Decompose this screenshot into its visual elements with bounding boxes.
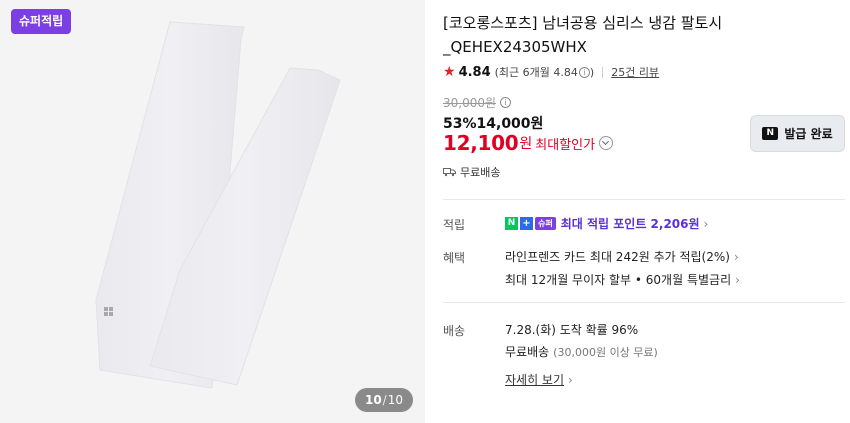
- rating-value: 4.84: [458, 64, 491, 80]
- super-icon: 슈퍼: [535, 217, 556, 230]
- max-discount-price: 12,100: [443, 131, 519, 155]
- product-image: [95, 21, 341, 389]
- max-points-link[interactable]: 최대 적립 포인트 2,206원: [561, 215, 700, 232]
- naver-n-icon: N: [762, 127, 779, 140]
- star-icon: ★: [443, 64, 456, 80]
- review-count-link[interactable]: 25건 리뷰: [611, 64, 659, 80]
- image-counter-total: 10: [387, 393, 403, 407]
- shipping-summary-row: 무료배송: [443, 164, 500, 180]
- points-row[interactable]: N + 슈퍼 최대 적립 포인트 2,206원 ›: [505, 215, 708, 232]
- benefit-text: 라인프렌즈 카드 최대 242원 추가 적립(2%): [505, 250, 730, 264]
- benefit-text: 최대 12개월 무이자 할부 • 60개월 특별금리: [505, 273, 732, 287]
- free-shipping-text: 무료배송: [505, 345, 550, 359]
- delivery-label: 배송: [443, 324, 466, 338]
- chevron-right-icon: ›: [735, 272, 740, 287]
- arrival-text: 7.28.(화) 도착 확률 96%: [505, 323, 639, 337]
- points-label: 적립: [443, 218, 466, 232]
- image-counter-separator: /: [382, 393, 387, 407]
- product-image-panel[interactable]: 슈퍼적립 10/10: [0, 0, 425, 423]
- free-shipping-condition: (30,000원 이상 무료): [553, 345, 658, 359]
- coupon-issued-button[interactable]: N 발급 완료: [750, 115, 845, 152]
- chevron-down-icon[interactable]: [599, 136, 614, 150]
- super-points-badge: 슈퍼적립: [11, 9, 72, 34]
- product-info-panel: [코오롱스포츠] 남녀공용 심리스 냉감 팔토시 _QEHEX24305WHX …: [443, 0, 845, 423]
- chevron-right-icon: ›: [568, 372, 573, 387]
- plus-icon: +: [520, 217, 533, 230]
- sale-price: 14,000원: [476, 116, 544, 132]
- chevron-right-icon: ›: [703, 216, 709, 231]
- image-counter: 10/10: [354, 388, 413, 412]
- benefit-item-installment[interactable]: 최대 12개월 무이자 할부 • 60개월 특별금리 ›: [505, 271, 740, 288]
- max-discount-price-unit: 원: [519, 136, 533, 152]
- divider: [443, 199, 845, 200]
- truck-icon: [443, 168, 456, 177]
- sale-price-row: 53%14,000원: [443, 113, 543, 133]
- max-discount-label: 최대할인가: [535, 137, 596, 153]
- chevron-right-icon: ›: [733, 249, 739, 264]
- delivery-arrival: 7.28.(화) 도착 확률 96%: [505, 321, 638, 338]
- benefit-item-card[interactable]: 라인프렌즈 카드 최대 242원 추가 적립(2%) ›: [505, 248, 739, 265]
- coupon-button-label: 발급 완료: [784, 127, 833, 141]
- delivery-details-link[interactable]: 자세히 보기: [505, 371, 564, 388]
- delivery-fee-row: 무료배송 (30,000원 이상 무료): [505, 343, 658, 360]
- product-title: [코오롱스포츠] 남녀공용 심리스 냉감 팔토시 _QEHEX24305WHX: [443, 14, 723, 56]
- naver-pay-icons: N + 슈퍼: [505, 217, 556, 230]
- shipping-summary: 무료배송: [460, 166, 501, 179]
- divider: [602, 66, 604, 78]
- image-counter-current: 10: [364, 393, 382, 407]
- rating-detail-close: ): [589, 65, 595, 79]
- rating-row: ★ 4.84 (최근 6개월 4.84 i ) 25건 리뷰: [443, 64, 659, 80]
- max-discount-price-row[interactable]: 12,100 원 최대할인가: [443, 131, 614, 155]
- discount-percent: 53%: [443, 116, 477, 132]
- price-info-icon[interactable]: i: [500, 97, 512, 108]
- original-price: 30,000원: [443, 96, 497, 110]
- naver-n-icon: N: [505, 217, 518, 230]
- divider: [443, 302, 845, 303]
- original-price-row: 30,000원 i: [443, 94, 512, 111]
- delivery-details-row[interactable]: 자세히 보기 ›: [505, 371, 573, 388]
- benefits-label: 혜택: [443, 251, 466, 265]
- rating-detail: (최근 6개월 4.84: [494, 66, 578, 79]
- info-icon[interactable]: i: [578, 66, 590, 78]
